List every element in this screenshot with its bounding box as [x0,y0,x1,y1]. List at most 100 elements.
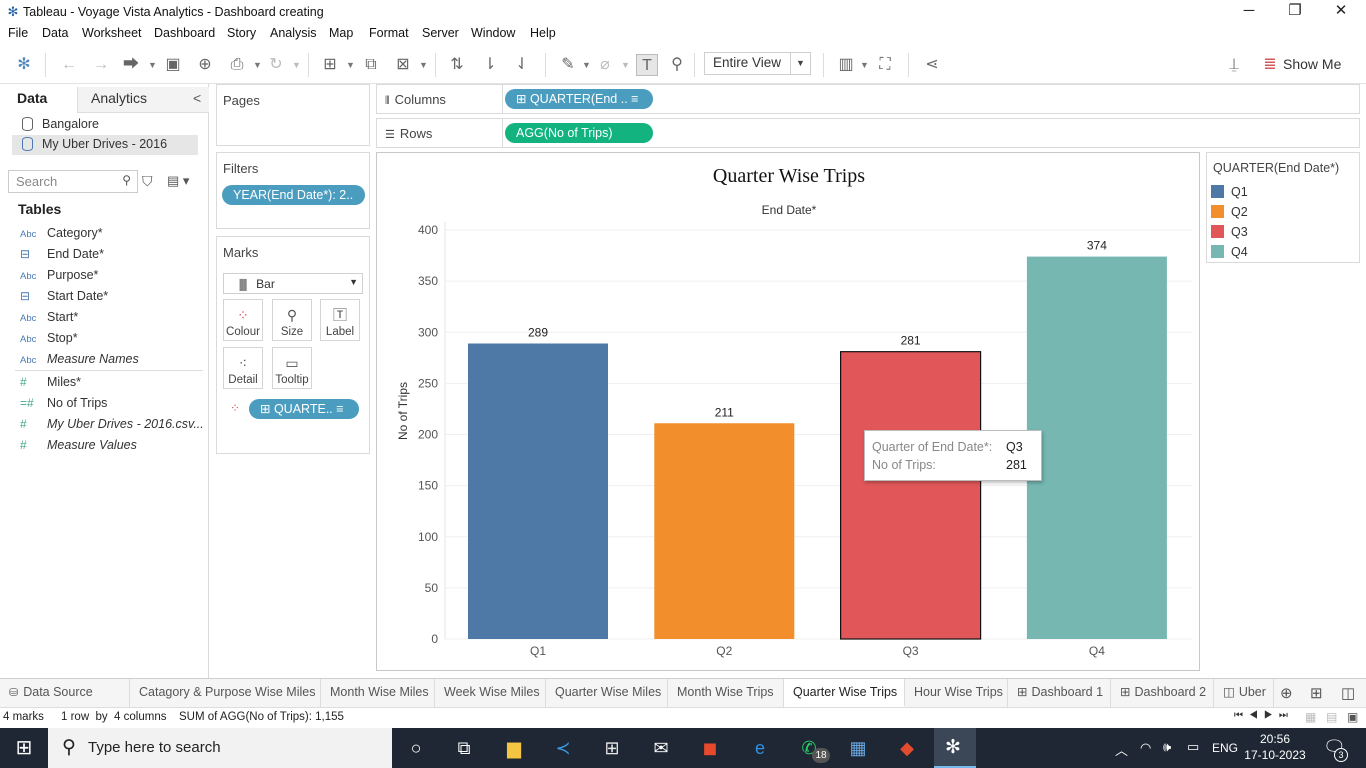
show-cards-dropdown-icon[interactable]: ▼ [860,54,869,76]
show-filmstrip-icon[interactable]: ▤ [1326,710,1337,724]
sheet-tab-active[interactable]: Quarter Wise Trips [784,679,905,707]
menu-server[interactable]: Server [422,26,459,40]
taskbar-search-box[interactable]: ⚲ Type here to search [48,728,392,768]
sheet-tab[interactable]: Month Wise Miles [321,679,435,707]
show-me-icon[interactable]: ≣ [1259,54,1281,76]
pause-updates-icon[interactable]: ⎙ [226,54,248,76]
edge-browser-icon[interactable]: e [748,736,772,760]
size-button[interactable]: ⚲ Size [272,299,312,341]
field-item[interactable]: # Measure Values [20,438,137,458]
control-panel-icon[interactable]: ▦ [846,736,870,760]
story-tab[interactable]: ◫ Uber [1214,679,1274,707]
data-source-item[interactable]: My Uber Drives - 2016 [12,135,198,155]
sheet-tab[interactable]: Hour Wise Trips [905,679,1008,707]
tableau-taskbar-button[interactable]: ✻ [934,728,976,768]
presentation-mode-icon[interactable]: ⛶ [874,54,896,76]
tooltip-button[interactable]: ▭ Tooltip [272,347,312,389]
menu-file[interactable]: File [8,26,28,40]
detail-button[interactable]: ⁖ Detail [223,347,263,389]
new-dashboard-tab-icon[interactable]: ⊞ [1310,684,1323,702]
menu-window[interactable]: Window [471,26,515,40]
sheet-tab[interactable]: Quarter Wise Miles [546,679,668,707]
menu-story[interactable]: Story [227,26,256,40]
refresh-dropdown-icon[interactable]: ▼ [292,54,301,76]
collapse-pane-icon[interactable]: < [193,90,201,106]
fit-dropdown[interactable]: Entire View ▼ [704,52,811,75]
replay-icon[interactable]: ⮕ [120,54,142,76]
bar-q3[interactable] [840,351,982,640]
new-worksheet-tab-icon[interactable]: ⊕ [1280,684,1293,702]
rows-shelf[interactable]: ☰ Rows AGG(No of Trips) [376,118,1360,148]
field-item[interactable]: Abc Measure Names [20,352,139,372]
mark-type-dropdown[interactable]: ▐▌ Bar ▼ [223,273,363,294]
language-indicator[interactable]: ENG [1212,741,1238,755]
dashboard-tab[interactable]: ⊞ Dashboard 2 [1111,679,1214,707]
vscode-icon[interactable]: ≺ [551,736,575,760]
sort-ascending-icon[interactable]: ⇂ [479,54,501,76]
share-icon[interactable]: ⋖ [921,54,943,76]
pages-card[interactable]: Pages [216,84,370,146]
new-worksheet-icon[interactable]: ⊞ [319,54,341,76]
new-sheet-dropdown-icon[interactable]: ▼ [346,54,355,76]
field-item[interactable]: =# No of Trips [20,396,107,416]
pause-dropdown-icon[interactable]: ▼ [253,54,262,76]
show-sheet-sorter-icon[interactable]: ▦ [1305,710,1316,724]
clear-dropdown-icon[interactable]: ▼ [419,54,428,76]
show-cards-icon[interactable]: ▥ [835,54,857,76]
sheet-tab[interactable]: Week Wise Miles [435,679,546,707]
field-item[interactable]: # My Uber Drives - 2016.csv... [20,417,204,437]
group-members-icon[interactable]: ⌀ [594,54,616,76]
field-search-input[interactable]: Search ⚲ [8,170,138,193]
field-item[interactable]: Abc Category* [20,226,103,246]
field-item[interactable]: # Miles* [20,375,81,395]
show-hidden-icons[interactable]: ︿ [1115,740,1128,759]
view-options-icon[interactable]: ▤ ▾ [167,173,189,189]
show-tabs-icon[interactable]: ▣ [1347,710,1358,724]
bar-q1[interactable] [468,343,608,639]
bar-q2[interactable] [654,423,795,639]
highlight-icon[interactable]: ✎ [557,54,579,76]
sheet-tab[interactable]: Month Wise Trips [668,679,784,707]
maximize-button[interactable]: ❐ [1272,0,1318,24]
tab-data-source[interactable]: ⛁ Data Source [0,679,130,707]
tooltip-pin-icon[interactable]: ⍊ [1223,54,1245,76]
colour-button[interactable]: ⁘ Colour [223,299,263,341]
menu-help[interactable]: Help [530,26,556,40]
columns-shelf[interactable]: ⫴ Columns ⊞ QUARTER(End .. ≡ [376,84,1360,114]
field-item[interactable]: Abc Stop* [20,331,78,351]
office-icon[interactable]: ◼ [698,736,722,760]
undo-icon[interactable]: ← [58,54,80,76]
file-explorer-icon[interactable]: ▆ [502,736,526,760]
dashboard-tab[interactable]: ⊞ Dashboard 1 [1008,679,1111,707]
legend-item[interactable]: Q4 [1211,245,1248,265]
new-story-tab-icon[interactable]: ◫ [1341,684,1355,702]
clock-date[interactable]: 17-10-2023 [1244,748,1306,762]
volume-icon[interactable]: 🕪 [1163,739,1171,755]
field-item[interactable]: ⊟ End Date* [20,247,104,267]
windows-start-icon[interactable]: ⊞ [12,736,36,760]
new-data-source-icon[interactable]: ⊕ [194,54,216,76]
field-item[interactable]: Abc Purpose* [20,268,98,288]
menu-analysis[interactable]: Analysis [270,26,317,40]
legend-item[interactable]: Q3 [1211,225,1248,245]
redo-icon[interactable]: → [90,54,112,76]
menu-dashboard[interactable]: Dashboard [154,26,215,40]
network-icon[interactable]: ◠ [1140,740,1151,756]
tab-data[interactable]: Data [0,87,77,113]
data-source-item[interactable]: Bangalore [12,115,198,135]
filter-pill[interactable]: YEAR(End Date*): 2.. [222,185,365,205]
close-button[interactable]: ✕ [1318,0,1364,24]
brave-browser-icon[interactable]: ◆ [895,736,919,760]
legend-item[interactable]: Q1 [1211,185,1248,205]
sheet-navigation-icon[interactable]: ⏮◀▶⏭ [1234,710,1294,721]
tab-analytics[interactable]: Analytics [77,87,209,113]
sheet-tab[interactable]: Catagory & Purpose Wise Miles [130,679,321,707]
label-button[interactable]: 🅃 Label [320,299,360,341]
legend-item[interactable]: Q2 [1211,205,1248,225]
save-icon[interactable]: ▣ [162,54,184,76]
sort-descending-icon[interactable]: ⇃ [511,54,533,76]
refresh-icon[interactable]: ↻ [265,54,287,76]
clock-time[interactable]: 20:56 [1249,732,1301,746]
cortana-icon[interactable]: ○ [404,736,428,760]
group-dropdown-icon[interactable]: ▼ [621,54,630,76]
